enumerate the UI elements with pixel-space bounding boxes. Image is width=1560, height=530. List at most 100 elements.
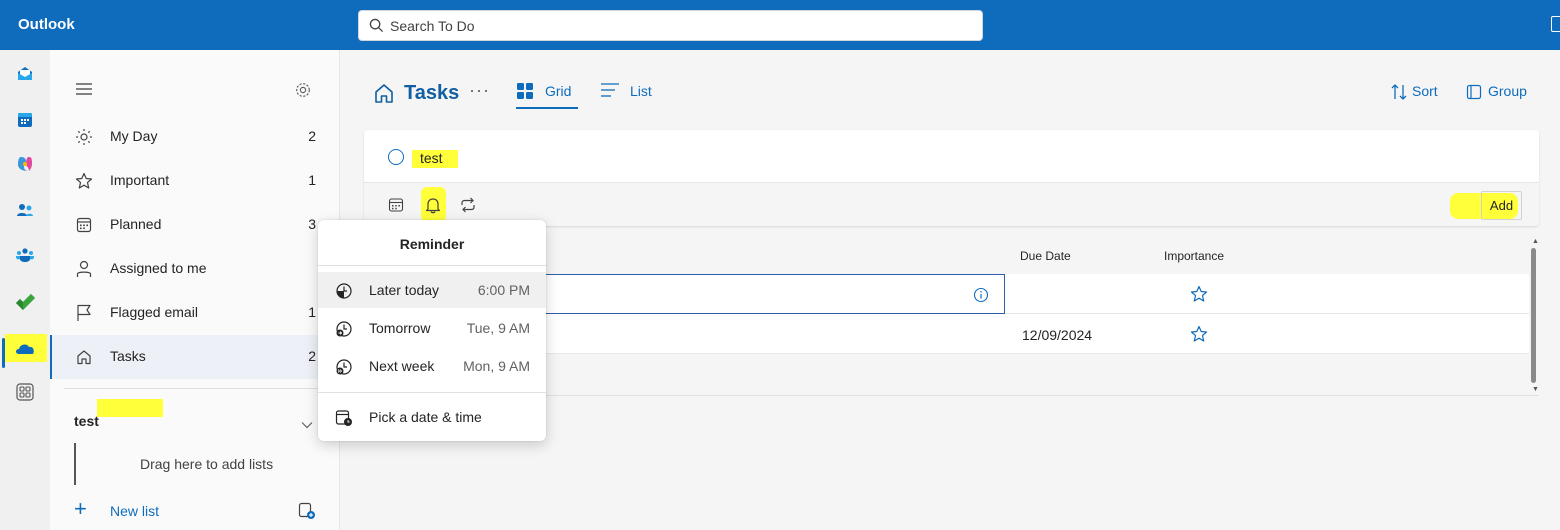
list-icon [601,83,619,97]
copilot-icon[interactable] [9,148,41,180]
option-time: Tue, 9 AM [466,320,530,336]
list-group-name[interactable]: test [74,413,99,429]
scroll-up-arrow-icon[interactable]: ▲ [1532,238,1539,245]
repeat-icon[interactable] [458,195,478,215]
scrollbar-thumb[interactable] [1531,248,1536,383]
tab-label: List [630,83,652,99]
due-date-cell[interactable]: 12/09/2024 [1022,327,1092,343]
page-title: Tasks [404,82,460,104]
sidebar-item-label: Important [110,172,170,188]
option-label: Later today [369,282,440,298]
sidebar-item-planned[interactable]: Planned 3 [50,203,340,247]
group-drop-zone-line [74,443,76,485]
sidebar-item-label: Assigned to me [110,260,207,276]
more-options-button[interactable]: ··· [469,80,490,101]
sidebar: My Day 2 Important 1 Planned 3 Assigned … [50,50,340,530]
option-time: Mon, 9 AM [463,358,530,374]
new-list-button[interactable]: + New list [74,496,314,522]
star-icon [75,172,93,190]
sort-arrows-icon [1391,84,1407,100]
sidebar-item-label: My Day [110,128,158,144]
todo-icon[interactable] [9,286,41,318]
reminder-option-next-week[interactable]: Next week Mon, 9 AM [318,348,546,384]
clock-icon [335,282,353,303]
reminder-option-custom[interactable]: Pick a date & time [318,399,546,435]
sidebar-item-label: Flagged email [110,304,198,320]
tab-label: Grid [545,83,572,99]
sidebar-item-flagged[interactable]: Flagged email 1 [50,291,340,335]
tab-list[interactable]: List [601,80,661,110]
search-icon [369,18,384,33]
sun-icon [75,128,93,146]
sidebar-item-count: 2 [308,348,316,364]
calendar-grid-icon [75,216,93,234]
people-icon[interactable] [9,194,41,226]
sidebar-item-count: 1 [308,304,316,320]
sidebar-divider [64,388,320,389]
add-task-button[interactable]: Add [1481,191,1522,220]
search-input[interactable] [390,16,970,36]
reminder-title: Reminder [399,236,465,252]
sidebar-item-count: 2 [308,128,316,144]
group-icon [1466,84,1482,100]
sort-label: Sort [1412,83,1438,99]
sidebar-item-my-day[interactable]: My Day 2 [50,115,340,159]
calendar-clock-icon [335,409,353,430]
column-header-due-date[interactable]: Due Date [1020,249,1071,263]
star-importance-icon[interactable] [1190,325,1208,346]
sidebar-item-label: Planned [110,216,162,232]
sidebar-item-label: Tasks [110,348,146,364]
option-label: Pick a date & time [369,409,482,425]
tab-grid[interactable]: Grid [516,80,578,110]
sidebar-item-tasks[interactable]: Tasks 2 [50,335,340,379]
home-icon [373,82,395,107]
chevron-down-icon[interactable] [301,416,313,432]
app-title[interactable]: Outlook [18,16,75,33]
popup-divider [318,265,546,266]
reminder-popup: Reminder Later today 6:00 PM Tomorrow Tu… [318,220,546,441]
tasks-highlight [97,399,163,417]
add-task-card: Add [364,130,1539,226]
sidebar-item-assigned[interactable]: Assigned to me [50,247,340,291]
star-importance-icon[interactable] [1190,285,1208,306]
complete-circle-icon[interactable] [388,149,404,165]
calendar-icon[interactable] [9,104,41,136]
mail-icon[interactable] [9,58,41,90]
person-icon [75,260,93,278]
menu-icon[interactable] [76,82,92,99]
top-bar: Outlook [0,0,1560,50]
plus-icon: + [74,496,87,521]
add-task-input[interactable] [420,149,820,167]
reminder-option-tomorrow[interactable]: Tomorrow Tue, 9 AM [318,310,546,346]
option-label: Next week [369,358,435,374]
settings-gear-icon[interactable] [294,81,312,102]
grid-icon [517,83,533,99]
app-rail [0,50,50,530]
sidebar-item-count: 1 [308,172,316,188]
sidebar-item-important[interactable]: Important 1 [50,159,340,203]
home-icon [75,348,93,366]
reminder-option-later-today[interactable]: Later today 6:00 PM [318,272,546,308]
sidebar-item-count: 3 [308,216,316,232]
bell-reminder-icon[interactable] [423,195,443,215]
onedrive-icon[interactable] [9,332,41,364]
clock-double-arrow-icon [335,358,353,379]
group-label: Group [1488,83,1527,99]
flag-icon [75,304,93,322]
popup-divider [318,392,546,393]
column-header-importance[interactable]: Importance [1164,249,1224,263]
new-group-icon[interactable] [298,502,316,523]
scroll-down-arrow-icon[interactable]: ▼ [1532,386,1539,393]
apps-icon[interactable] [9,376,41,408]
clock-arrow-icon [335,320,353,341]
info-icon[interactable] [973,287,989,306]
due-date-calendar-icon[interactable] [386,195,406,215]
option-time: 6:00 PM [477,282,530,298]
teams-icon[interactable] [9,240,41,272]
window-icon[interactable] [1551,16,1560,32]
drop-hint: Drag here to add lists [140,456,274,472]
option-label: Tomorrow [369,320,431,336]
rail-active-indicator [2,338,5,368]
search-box[interactable] [358,10,983,41]
new-list-label: New list [110,503,160,519]
